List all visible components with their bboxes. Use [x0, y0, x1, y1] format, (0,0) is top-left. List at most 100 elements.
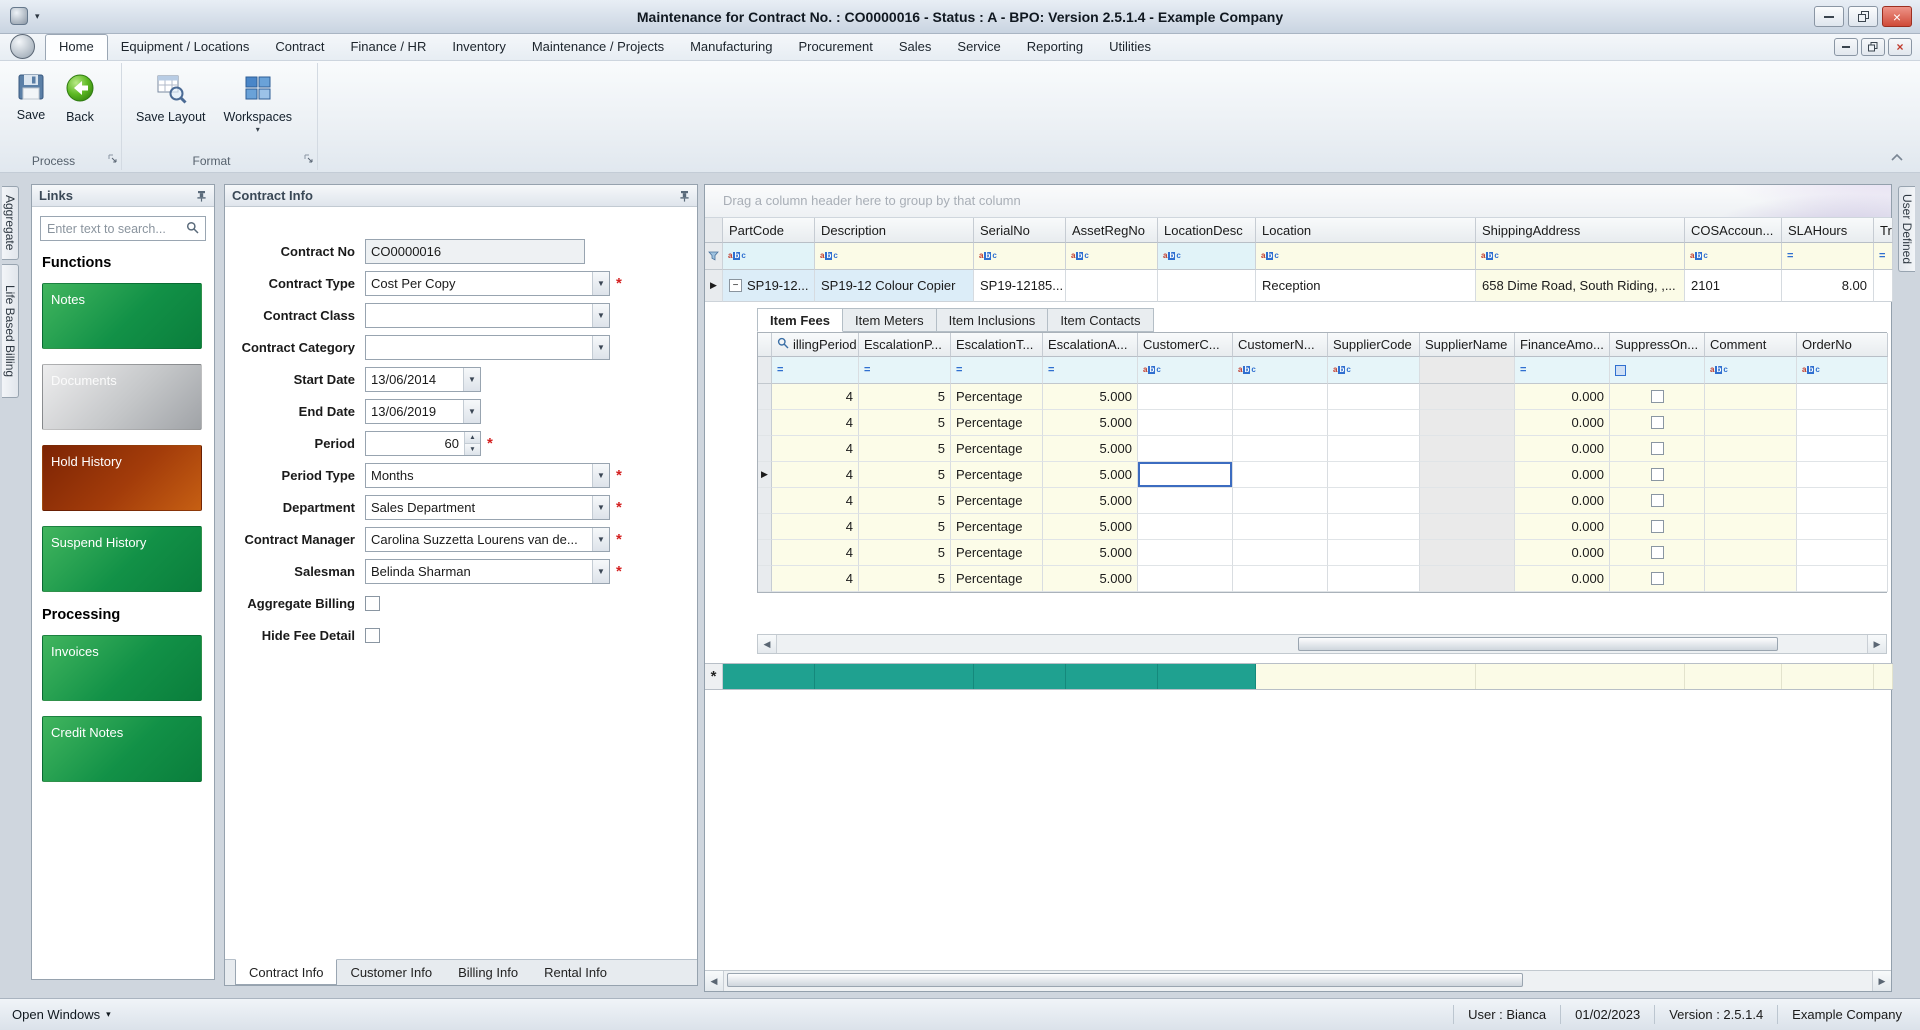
- suppress-checkbox[interactable]: [1651, 546, 1664, 559]
- detail-row[interactable]: 45Percentage5.0000.000: [758, 384, 1886, 410]
- minimize-button[interactable]: [1814, 6, 1844, 27]
- new-row-cell-teal-description[interactable]: [815, 664, 974, 689]
- detail-cell-customern[interactable]: [1233, 566, 1328, 592]
- detail-cell-escalationa[interactable]: 5.000: [1043, 462, 1138, 488]
- new-row-cell-teal-assetregno[interactable]: [1066, 664, 1158, 689]
- detail-row[interactable]: 45Percentage5.0000.000: [758, 566, 1886, 592]
- detail-cell-customern[interactable]: [1233, 540, 1328, 566]
- new-row-cell-cosaccoun[interactable]: [1685, 664, 1782, 689]
- detail-cell-escalationa[interactable]: 5.000: [1043, 540, 1138, 566]
- detail-cell-customerc[interactable]: [1138, 410, 1233, 436]
- links-search-box[interactable]: [40, 216, 206, 241]
- column-header-cosaccoun[interactable]: COSAccoun...: [1685, 218, 1782, 243]
- detail-cell-customerc[interactable]: [1138, 436, 1233, 462]
- spinner-buttons[interactable]: ▲▼: [464, 432, 480, 455]
- child-minimize-button[interactable]: [1834, 38, 1858, 56]
- detail-row[interactable]: 45Percentage5.0000.000: [758, 540, 1886, 566]
- detail-cell-orderno[interactable]: [1797, 384, 1888, 410]
- scroll-thumb[interactable]: [1298, 637, 1778, 651]
- cell-slahours[interactable]: 8.00: [1782, 270, 1874, 302]
- detail-cell-escalationa[interactable]: 5.000: [1043, 514, 1138, 540]
- filter-cell-locationdesc[interactable]: abc: [1158, 243, 1256, 270]
- panel-tab-customer-info[interactable]: Customer Info: [337, 960, 445, 985]
- collapse-row-button[interactable]: −: [729, 279, 742, 292]
- spin-down-icon[interactable]: ▼: [465, 443, 480, 455]
- detail-cell-escalationt[interactable]: Percentage: [951, 410, 1043, 436]
- detail-cell-suppresson[interactable]: [1610, 462, 1705, 488]
- detail-cell-escalationp[interactable]: 5: [859, 488, 951, 514]
- detail-cell-comment[interactable]: [1705, 436, 1797, 462]
- ribbon-tab-procurement[interactable]: Procurement: [785, 35, 885, 60]
- detail-cell-escalationt[interactable]: Percentage: [951, 566, 1043, 592]
- detail-cell-suppliername[interactable]: [1420, 410, 1515, 436]
- tile-documents[interactable]: Documents: [42, 364, 202, 430]
- detail-cell-comment[interactable]: [1705, 410, 1797, 436]
- suppress-checkbox[interactable]: [1651, 520, 1664, 533]
- cell-locationdesc[interactable]: [1158, 270, 1256, 302]
- new-row-cell-slahours[interactable]: [1782, 664, 1874, 689]
- detail-cell-orderno[interactable]: [1797, 566, 1888, 592]
- detail-tab-item-inclusions[interactable]: Item Inclusions: [937, 308, 1049, 332]
- detail-cell-orderno[interactable]: [1797, 436, 1888, 462]
- filter-cell-slahours[interactable]: =: [1782, 243, 1874, 270]
- detail-cell-escalationa[interactable]: 5.000: [1043, 410, 1138, 436]
- detail-cell-comment[interactable]: [1705, 540, 1797, 566]
- dialog-launcher-icon[interactable]: [304, 152, 314, 167]
- detail-cell-orderno[interactable]: [1797, 514, 1888, 540]
- detail-column-header-illingperiod[interactable]: illingPeriod: [772, 333, 859, 357]
- search-input[interactable]: [47, 222, 186, 236]
- detail-filter-cell-suppliercode[interactable]: abc: [1328, 357, 1420, 384]
- detail-cell-illingperiod[interactable]: 4: [772, 566, 859, 592]
- detail-column-header-customern[interactable]: CustomerN...: [1233, 333, 1328, 357]
- detail-cell-suppliercode[interactable]: [1328, 540, 1420, 566]
- cell-assetregno[interactable]: [1066, 270, 1158, 302]
- department-field[interactable]: Sales Department▼: [365, 495, 610, 520]
- save-layout-button[interactable]: Save Layout: [130, 68, 212, 138]
- detail-cell-customerc[interactable]: [1138, 488, 1233, 514]
- detail-cell-illingperiod[interactable]: 4: [772, 436, 859, 462]
- detail-tab-item-fees[interactable]: Item Fees: [757, 308, 843, 332]
- detail-cell-suppresson[interactable]: [1610, 384, 1705, 410]
- detail-cell-illingperiod[interactable]: 4: [772, 514, 859, 540]
- spin-up-icon[interactable]: ▲: [465, 432, 480, 443]
- detail-cell-escalationt[interactable]: Percentage: [951, 462, 1043, 488]
- grid-master-row[interactable]: ▶−SP19-12...SP19-12 Colour CopierSP19-12…: [705, 270, 1893, 302]
- grid-new-row[interactable]: *: [705, 663, 1893, 690]
- filter-cell-location[interactable]: abc: [1256, 243, 1476, 270]
- detail-cell-financeamo[interactable]: 0.000: [1515, 566, 1610, 592]
- contract-type-field[interactable]: Cost Per Copy▼: [365, 271, 610, 296]
- detail-cell-escalationa[interactable]: 5.000: [1043, 384, 1138, 410]
- detail-horizontal-scrollbar[interactable]: ◀ ▶: [757, 634, 1887, 654]
- cell-shippingaddress[interactable]: 658 Dime Road, South Riding, ,...: [1476, 270, 1685, 302]
- back-button[interactable]: Back: [58, 68, 102, 128]
- detail-cell-customerc[interactable]: [1138, 566, 1233, 592]
- detail-cell-escalationa[interactable]: 5.000: [1043, 488, 1138, 514]
- detail-cell-financeamo[interactable]: 0.000: [1515, 410, 1610, 436]
- grid-horizontal-scrollbar[interactable]: ◀ ▶: [705, 970, 1891, 991]
- detail-cell-escalationp[interactable]: 5: [859, 462, 951, 488]
- ribbon-tab-finance-hr[interactable]: Finance / HR: [337, 35, 439, 60]
- period-type-field[interactable]: Months▼: [365, 463, 610, 488]
- filter-cell-partcode[interactable]: abc: [723, 243, 815, 270]
- period-field[interactable]: 60▲▼: [365, 431, 481, 456]
- restore-button[interactable]: [1848, 6, 1878, 27]
- detail-cell-escalationt[interactable]: Percentage: [951, 514, 1043, 540]
- dialog-launcher-icon[interactable]: [108, 152, 118, 167]
- cell-tra[interactable]: [1874, 270, 1893, 302]
- detail-column-header-suppresson[interactable]: SuppressOn...: [1610, 333, 1705, 357]
- detail-cell-illingperiod[interactable]: 4: [772, 488, 859, 514]
- ribbon-tab-inventory[interactable]: Inventory: [439, 35, 518, 60]
- detail-cell-financeamo[interactable]: 0.000: [1515, 488, 1610, 514]
- contract-manager-field[interactable]: Carolina Suzzetta Lourens van de...▼: [365, 527, 610, 552]
- detail-row[interactable]: 45Percentage5.0000.000: [758, 410, 1886, 436]
- filter-cell-tra[interactable]: =: [1874, 243, 1893, 270]
- panel-tab-rental-info[interactable]: Rental Info: [531, 960, 620, 985]
- detail-cell-orderno[interactable]: [1797, 540, 1888, 566]
- detail-filter-cell-illingperiod[interactable]: =: [772, 357, 859, 384]
- dropdown-button[interactable]: ▼: [592, 560, 609, 583]
- detail-cell-customerc[interactable]: [1138, 514, 1233, 540]
- filter-cell-assetregno[interactable]: abc: [1066, 243, 1158, 270]
- detail-cell-customern[interactable]: [1233, 514, 1328, 540]
- detail-cell-comment[interactable]: [1705, 462, 1797, 488]
- ribbon-tab-manufacturing[interactable]: Manufacturing: [677, 35, 785, 60]
